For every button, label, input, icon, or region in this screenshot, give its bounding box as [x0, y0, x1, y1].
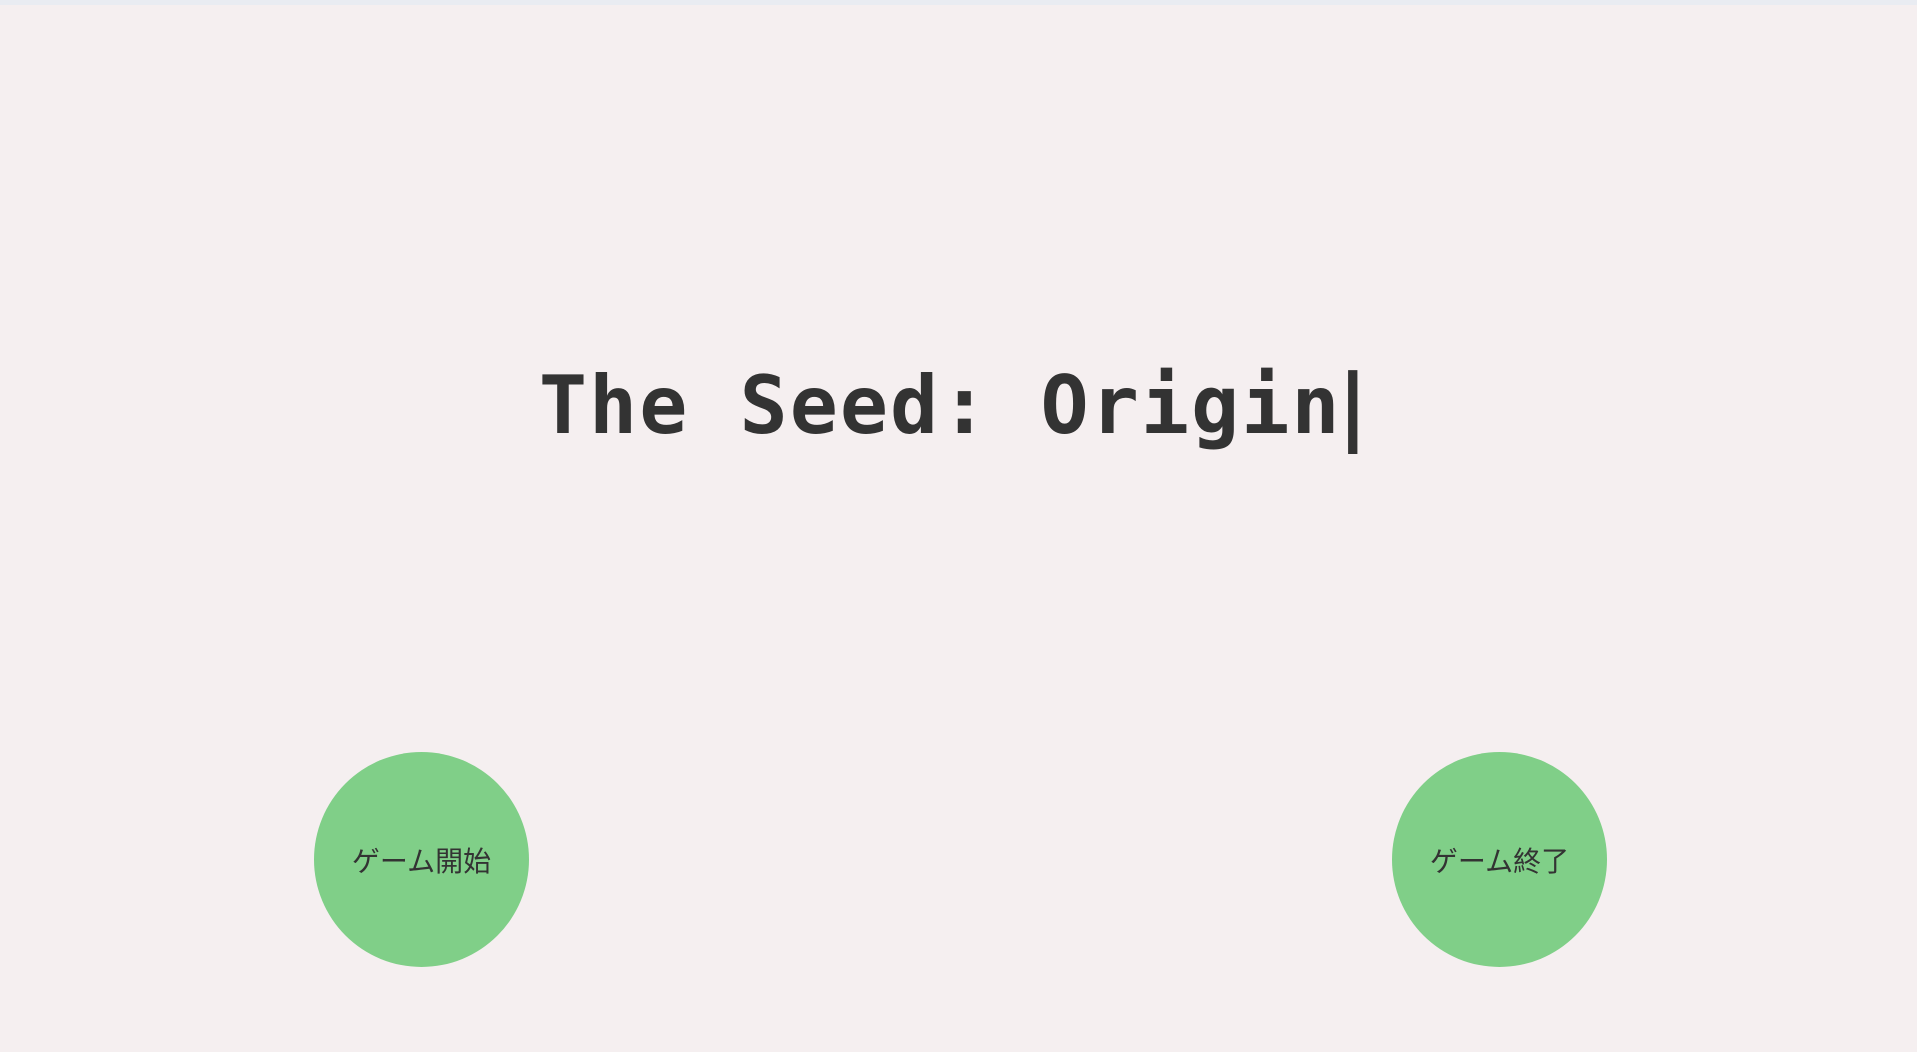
game-title: The Seed: Origin — [538, 358, 1342, 452]
quit-game-button[interactable]: ゲーム終了 — [1392, 752, 1607, 967]
title-container: The Seed: Origin | — [0, 355, 1917, 455]
top-edge-strip — [0, 0, 1917, 5]
start-game-button[interactable]: ゲーム開始 — [314, 752, 529, 967]
start-game-label: ゲーム開始 — [351, 844, 492, 878]
typing-caret: | — [1327, 356, 1379, 454]
quit-game-label: ゲーム終了 — [1429, 844, 1570, 878]
